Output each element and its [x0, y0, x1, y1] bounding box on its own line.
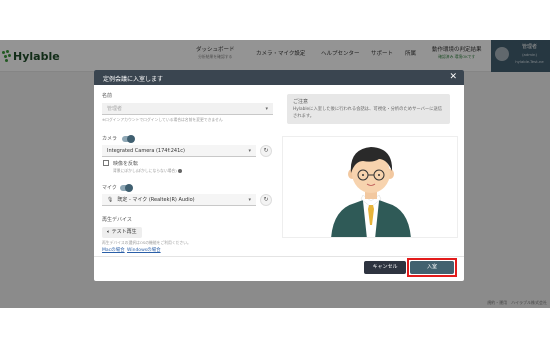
playback-label: 再生デバイス — [102, 217, 132, 223]
name-hint: ※ログインアカウントでログインしている場合は名前を変更できません — [102, 117, 223, 122]
windows-link[interactable]: Windowsの場合 — [127, 247, 161, 253]
mirror-label: 映像を反転 — [113, 161, 139, 167]
chevron-down-icon: ▾ — [248, 197, 251, 203]
toggle-knob — [125, 184, 133, 192]
mirror-hint-text: 背景にぼかし(ぼかしにならない場合) — [113, 168, 177, 173]
camera-refresh-icon[interactable]: ↻ — [260, 145, 272, 157]
highlight-box — [407, 258, 457, 277]
person-illustration — [331, 147, 411, 237]
notice-box: ご注意 Hylableに入室した後に行われる会話は、可視化・分析のためサーバーに… — [287, 94, 450, 124]
notice-body: Hylableに入室した後に行われる会話は、可視化・分析のためサーバーに送信され… — [293, 107, 443, 119]
mac-link[interactable]: Macの場合 — [102, 247, 125, 253]
test-play-label: テスト再生 — [111, 229, 137, 235]
test-play-button[interactable]: 🔈︎ テスト再生 — [102, 227, 142, 238]
dialog-header: 定例会議に入室します ✕ — [94, 70, 464, 85]
chevron-down-icon: ▾ — [248, 148, 251, 154]
chevron-down-icon: ▾ — [265, 106, 268, 112]
camera-select[interactable]: Integrated Camera (174f:241c) ▾ — [102, 145, 256, 157]
dialog-title: 定例会議に入室します — [103, 76, 164, 83]
join-room-dialog: 定例会議に入室します ✕ 名前 管理者 ▾ ※ログインアカウントでログインしてい… — [94, 70, 464, 281]
camera-value: Integrated Camera (174f:241c) — [107, 148, 185, 154]
playback-hint: 再生デバイスの選択はOSの機能をご利用ください。 — [102, 240, 191, 245]
mic-value: 既定 - マイク (Realtek(R) Audio) — [117, 197, 195, 203]
help-icon[interactable] — [177, 169, 182, 173]
name-value: 管理者 — [107, 106, 123, 112]
notice-title: ご注意 — [293, 99, 309, 105]
camera-preview — [282, 136, 458, 238]
name-label: 名前 — [102, 93, 113, 99]
dialog-footer: キャンセル 入室 — [94, 256, 464, 281]
mic-select[interactable]: 🎙 既定 - マイク (Realtek(R) Audio) ▾ — [102, 194, 256, 206]
mirror-hint: 背景にぼかし(ぼかしにならない場合) — [113, 168, 182, 174]
camera-toggle[interactable] — [122, 135, 135, 143]
toggle-knob — [127, 135, 135, 143]
mic-label: マイク — [102, 185, 117, 191]
close-icon[interactable]: ✕ — [449, 72, 457, 83]
mic-toggle[interactable] — [120, 184, 133, 192]
camera-label: カメラ — [102, 136, 118, 142]
mirror-checkbox[interactable] — [103, 160, 109, 166]
cancel-button[interactable]: キャンセル — [364, 261, 406, 274]
mic-refresh-icon[interactable]: ↻ — [260, 194, 272, 206]
microphone-icon: 🎙 — [107, 197, 114, 203]
name-field[interactable]: 管理者 ▾ — [102, 103, 273, 115]
